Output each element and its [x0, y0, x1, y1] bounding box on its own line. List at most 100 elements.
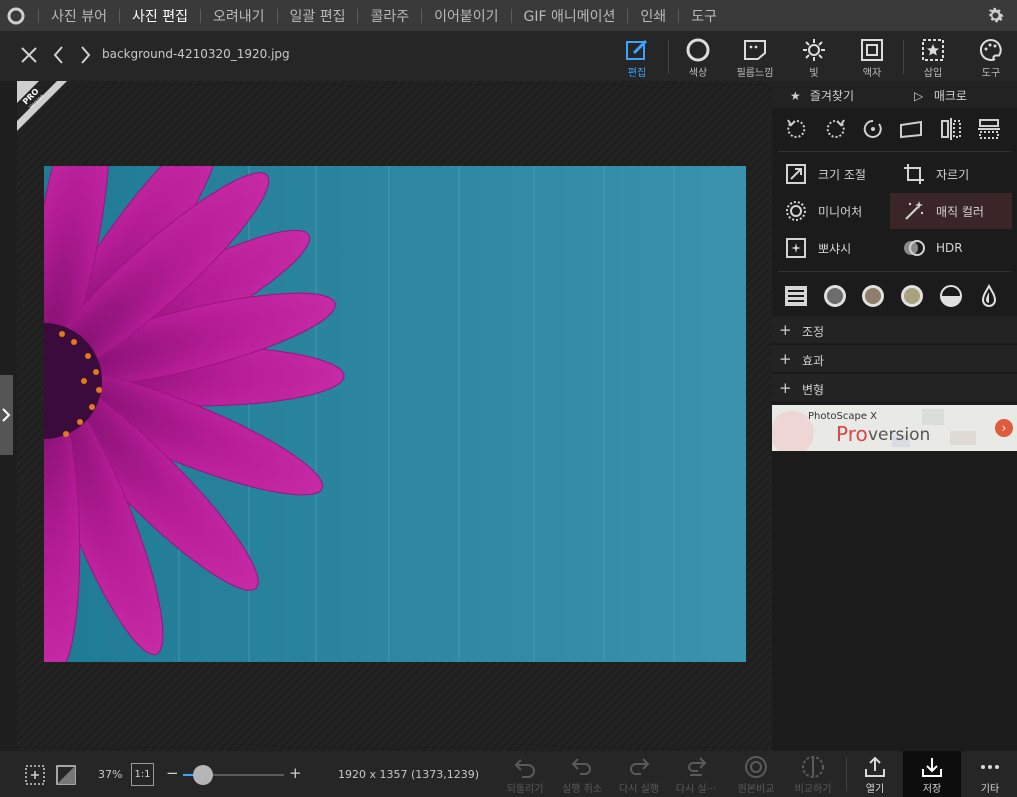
star-icon: ★	[790, 89, 801, 103]
list-icon[interactable]	[783, 283, 809, 309]
right-panel: ★ 즐겨찾기 ▷ 매크로 크기 조절 자르기 미니어처 매직 컬러 뽀샤시 HD…	[772, 81, 1017, 751]
tab-light[interactable]: 빛	[784, 35, 844, 79]
tab-tools-label: 도구	[981, 68, 1001, 79]
tab-film[interactable]: 필름느낌	[725, 35, 785, 79]
zoom-slider-thumb[interactable]	[193, 765, 214, 785]
arrow-right-icon[interactable]: ›	[995, 419, 1013, 437]
expand-icon: +	[779, 350, 792, 368]
redo-label: 다시 실행	[619, 784, 659, 795]
selection-icon[interactable]	[24, 764, 46, 786]
magic-color-icon	[905, 201, 924, 220]
open-button[interactable]: 열기	[847, 755, 903, 795]
zoom-out-button[interactable]: −	[166, 764, 179, 782]
redo-button[interactable]: 다시 실행	[611, 755, 667, 795]
gear-icon[interactable]	[985, 5, 1006, 26]
section-adjust[interactable]: + 조정	[772, 315, 1017, 343]
flip-horizontal-icon[interactable]	[938, 116, 964, 142]
tab-frame-label: 액자	[862, 68, 882, 79]
file-name: background-4210320_1920.jpg	[102, 47, 290, 61]
next-icon[interactable]	[76, 45, 94, 65]
rotate-right-icon[interactable]	[822, 116, 848, 142]
hdr-button[interactable]: HDR	[890, 230, 1010, 266]
menu-cut-out[interactable]: 오려내기	[213, 6, 265, 26]
favorites-row: ★ 즐겨찾기 ▷ 매크로	[772, 81, 1017, 108]
download-icon	[922, 758, 942, 777]
flip-vertical-icon[interactable]	[976, 116, 1002, 142]
filter-gray-icon[interactable]	[822, 283, 848, 309]
tab-light-label: 빛	[809, 68, 819, 79]
resize-label: 크기 조절	[818, 167, 866, 182]
original-compare-button[interactable]: 원본비교	[728, 755, 784, 795]
crop-button[interactable]: 자르기	[890, 156, 1010, 192]
section-transform-label: 변형	[802, 383, 825, 397]
previous-icon[interactable]	[50, 45, 68, 65]
revert-icon	[514, 759, 535, 778]
menu-tools[interactable]: 도구	[691, 6, 717, 26]
tab-color[interactable]: 색상	[668, 35, 728, 79]
revert-label: 되돌리기	[506, 784, 544, 795]
section-transform[interactable]: + 변형	[772, 373, 1017, 401]
menu-separator	[357, 8, 359, 23]
filter-half-icon[interactable]	[938, 283, 964, 309]
menu-print[interactable]: 인쇄	[640, 6, 666, 26]
resize-button[interactable]: 크기 조절	[772, 156, 892, 192]
photo-image	[44, 166, 746, 662]
more-button[interactable]: 기타	[962, 755, 1017, 795]
pro-version-banner[interactable]: PhotoScape X Pro version ›	[772, 405, 1017, 451]
magic-color-button[interactable]: 매직 컬러	[890, 193, 1012, 229]
tab-insert[interactable]: 삽입	[903, 35, 963, 79]
miniature-icon	[786, 201, 806, 221]
bloom-button[interactable]: 뽀샤시	[772, 230, 892, 266]
favorites-button[interactable]: ★ 즐겨찾기	[790, 87, 854, 104]
frame-icon	[861, 39, 883, 61]
rotate-left-icon[interactable]	[784, 116, 810, 142]
expand-icon: +	[779, 379, 792, 397]
section-effects[interactable]: + 효과	[772, 344, 1017, 372]
menu-separator	[276, 8, 278, 23]
tab-frame[interactable]: 액자	[842, 35, 902, 79]
undo-label: 실행 취소	[562, 784, 602, 795]
top-menu-bar: 사진 뷰어 사진 편집 오려내기 일괄 편집 콜라주 이어붙이기 GIF 애니메…	[0, 0, 1017, 31]
tab-color-label: 색상	[688, 68, 708, 79]
straighten-icon[interactable]	[898, 116, 924, 142]
redo-all-button[interactable]: 다시 실···	[668, 755, 724, 795]
compare-button[interactable]: 비교하기	[785, 755, 841, 795]
light-icon	[803, 39, 825, 61]
section-adjust-label: 조정	[802, 325, 825, 339]
miniature-label: 미니어처	[818, 204, 863, 219]
color-icon	[686, 38, 710, 62]
app-logo-icon[interactable]	[6, 6, 26, 26]
close-icon[interactable]	[20, 45, 38, 65]
compare-view-icon[interactable]	[55, 764, 77, 786]
zoom-in-button[interactable]: +	[289, 764, 302, 782]
macro-button[interactable]: ▷ 매크로	[914, 87, 967, 104]
actual-size-button[interactable]: 1:1	[131, 763, 154, 786]
image-canvas[interactable]: PRO Version	[17, 81, 772, 751]
menu-gif[interactable]: GIF 애니메이션	[524, 6, 616, 26]
menu-photo-viewer[interactable]: 사진 뷰어	[51, 6, 107, 26]
save-button[interactable]: 저장	[903, 751, 961, 797]
menu-photo-editor[interactable]: 사진 편집	[132, 6, 188, 26]
tab-edit[interactable]: 편집	[607, 35, 667, 79]
filter-warm-icon[interactable]	[899, 283, 925, 309]
menu-collage[interactable]: 콜라주	[370, 6, 409, 26]
sidebar-toggle[interactable]	[0, 375, 13, 455]
menu-combine[interactable]: 이어붙이기	[434, 6, 498, 26]
menu-separator	[421, 8, 423, 23]
more-icon	[981, 765, 999, 769]
tab-tools[interactable]: 도구	[961, 35, 1017, 79]
miniature-button[interactable]: 미니어처	[772, 193, 892, 229]
drop-icon[interactable]	[976, 283, 1002, 309]
hdr-icon	[904, 240, 925, 256]
menu-batch[interactable]: 일괄 편집	[290, 6, 346, 26]
revert-button[interactable]: 되돌리기	[497, 755, 553, 795]
rotate-row	[772, 111, 1017, 147]
rotate-free-icon[interactable]	[860, 116, 886, 142]
compare-icon	[802, 756, 824, 778]
undo-button[interactable]: 실행 취소	[554, 755, 610, 795]
filter-sepia-icon[interactable]	[860, 283, 886, 309]
bottom-bar: 37% 1:1 − + 1920 x 1357 (1373,1239) 되돌리기…	[0, 751, 1017, 797]
play-icon: ▷	[914, 89, 924, 103]
zoom-slider[interactable]	[183, 765, 284, 785]
crop-label: 자르기	[936, 167, 970, 182]
